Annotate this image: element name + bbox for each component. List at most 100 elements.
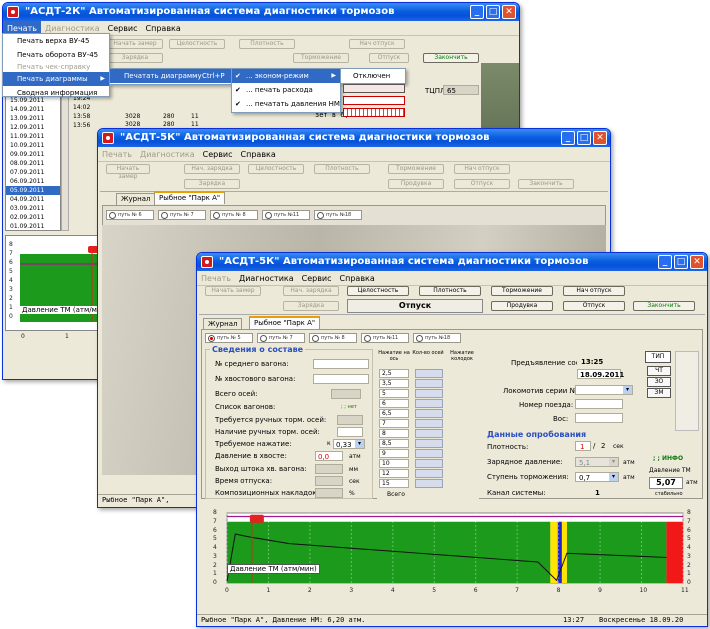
list-item-selected[interactable]: 05.09.2011: [6, 186, 60, 195]
menu-diagnostics[interactable]: Диагностика: [136, 147, 199, 162]
radio-track[interactable]: путь № 7: [158, 210, 206, 220]
radio-track[interactable]: путь №11: [262, 210, 310, 220]
menu-help[interactable]: Справка: [142, 21, 185, 36]
blowdown-button[interactable]: Продувка: [491, 301, 553, 311]
start-measure-button[interactable]: Начать замер: [107, 39, 163, 49]
list-item[interactable]: 10.09.2011: [6, 141, 60, 150]
stage-select[interactable]: 0,7 ▾: [575, 472, 619, 482]
vos-field[interactable]: [575, 413, 623, 423]
pressure-select[interactable]: 0,33 ▾: [333, 439, 365, 449]
locomotive-select[interactable]: ▾: [575, 385, 633, 395]
list-item[interactable]: 02.09.2011: [6, 213, 60, 222]
menu-item-print-flow[interactable]: ... печать расхода: [232, 83, 340, 97]
tab-park-a[interactable]: Рыбное "Парк А": [154, 191, 226, 204]
radio-track[interactable]: путь № 8: [210, 210, 258, 220]
tail-car-field[interactable]: [313, 374, 369, 384]
close-button[interactable]: ✕: [502, 5, 516, 19]
menu-item-print-top[interactable]: Печать верха ВУ-45: [3, 34, 109, 48]
date-list[interactable]: 15.09.2011 14.09.2011 13.09.2011 12.09.2…: [5, 95, 61, 231]
list-item[interactable]: 09.09.2011: [6, 150, 60, 159]
maximize-button[interactable]: □: [486, 5, 500, 19]
list-item[interactable]: 11.09.2011: [6, 132, 60, 141]
minimize-button[interactable]: _: [561, 131, 575, 145]
menu-item-print-back[interactable]: Печать оборота ВУ-45: [3, 48, 109, 62]
axle-count-cell[interactable]: [415, 389, 443, 398]
axle-count-cell[interactable]: [415, 419, 443, 428]
list-item[interactable]: 07.09.2011: [6, 168, 60, 177]
chevron-down-icon[interactable]: ▾: [355, 440, 364, 448]
blowdown-button[interactable]: Продувка: [388, 179, 444, 189]
list-item[interactable]: 01.09.2011: [6, 222, 60, 231]
release-button[interactable]: Отпуск: [454, 179, 510, 189]
finish-button[interactable]: Закончить: [518, 179, 574, 189]
radio-track[interactable]: путь № 7: [257, 333, 305, 343]
density-button[interactable]: Плотность: [314, 164, 370, 174]
list-item[interactable]: 13.09.2011: [6, 114, 60, 123]
tab-journal[interactable]: Журнал: [116, 193, 156, 205]
menu-item-print-diagram-cmd[interactable]: Печатать диаграмму Ctrl+P: [110, 69, 232, 83]
menu-item-off[interactable]: Отключен: [341, 69, 405, 83]
finish-button[interactable]: Закончить: [633, 301, 695, 311]
finish-button[interactable]: Закончить: [423, 53, 479, 63]
start-release-button[interactable]: Нач отпуск: [454, 164, 510, 174]
menu-help[interactable]: Справка: [237, 147, 280, 162]
axle-count-cell[interactable]: [415, 379, 443, 388]
density-button[interactable]: Плотность: [419, 286, 481, 296]
axle-count-cell[interactable]: [415, 469, 443, 478]
list-item[interactable]: 14.09.2011: [6, 105, 60, 114]
menu-item-print-diagram[interactable]: Печать диаграммы: [3, 72, 109, 86]
release-button[interactable]: Отпуск: [369, 53, 409, 63]
start-charge-button[interactable]: Нач. зарядка: [184, 164, 240, 174]
charge-select[interactable]: 5,1 ▾: [575, 457, 619, 467]
axle-count-cell[interactable]: [415, 449, 443, 458]
integrity-button[interactable]: Целостность: [248, 164, 304, 174]
radio-track[interactable]: путь № 6: [106, 210, 154, 220]
train-number-field[interactable]: [575, 399, 623, 409]
start-charge-button[interactable]: Нач. зарядка: [283, 286, 339, 296]
density-button[interactable]: Плотность: [239, 39, 295, 49]
list-item[interactable]: 12.09.2011: [6, 123, 60, 132]
charging-button[interactable]: Зарядка: [283, 301, 339, 311]
menu-item-print-check[interactable]: Печать чек-справку: [3, 62, 109, 72]
integrity-button[interactable]: Целостность: [169, 39, 225, 49]
maximize-button[interactable]: □: [577, 131, 591, 145]
start-measure-button[interactable]: Начать замер: [106, 164, 150, 180]
radio-track-selected[interactable]: путь № 5: [205, 333, 253, 343]
axle-count-cell[interactable]: [415, 439, 443, 448]
axle-count-cell[interactable]: [415, 459, 443, 468]
close-button[interactable]: ✕: [690, 255, 704, 269]
radio-track[interactable]: путь № 8: [309, 333, 357, 343]
radio-track[interactable]: путь №18: [314, 210, 362, 220]
middle-car-field[interactable]: [313, 359, 369, 369]
radio-track[interactable]: путь №18: [413, 333, 461, 343]
axle-count-cell[interactable]: [415, 409, 443, 418]
start-release-button[interactable]: Нач отпуск: [349, 39, 405, 49]
maximize-button[interactable]: □: [674, 255, 688, 269]
chevron-down-icon[interactable]: ▾: [609, 473, 618, 481]
axle-count-cell[interactable]: [415, 399, 443, 408]
start-measure-button[interactable]: Начать замер: [205, 286, 261, 296]
menu-print[interactable]: Печать: [98, 147, 136, 162]
axle-count-cell[interactable]: [415, 479, 443, 488]
menu-service[interactable]: Сервис: [199, 147, 237, 162]
braking-button[interactable]: Торможение: [491, 286, 553, 296]
axle-count-cell[interactable]: [415, 369, 443, 378]
menu-print[interactable]: Печать: [197, 271, 235, 286]
menu-diagnostics[interactable]: Диагностика: [235, 271, 298, 286]
menu-help[interactable]: Справка: [336, 271, 379, 286]
menu-service[interactable]: Сервис: [298, 271, 336, 286]
list-item[interactable]: 08.09.2011: [6, 159, 60, 168]
radio-track[interactable]: путь №11: [361, 333, 409, 343]
chevron-down-icon[interactable]: ▾: [623, 386, 632, 394]
braking-button[interactable]: Торможение: [388, 164, 444, 174]
list-scrollbar[interactable]: [61, 95, 69, 231]
menu-item-print-pressure[interactable]: ... печатать давления НМ: [232, 97, 340, 111]
integrity-button[interactable]: Целостность: [347, 286, 409, 296]
list-item[interactable]: 04.09.2011: [6, 195, 60, 204]
minimize-button[interactable]: _: [658, 255, 672, 269]
chevron-down-icon[interactable]: ▾: [609, 458, 618, 466]
close-button[interactable]: ✕: [593, 131, 607, 145]
menu-item-summary[interactable]: Сводная информация: [3, 86, 109, 100]
release-button[interactable]: Отпуск: [563, 301, 625, 311]
list-item[interactable]: 03.09.2011: [6, 204, 60, 213]
